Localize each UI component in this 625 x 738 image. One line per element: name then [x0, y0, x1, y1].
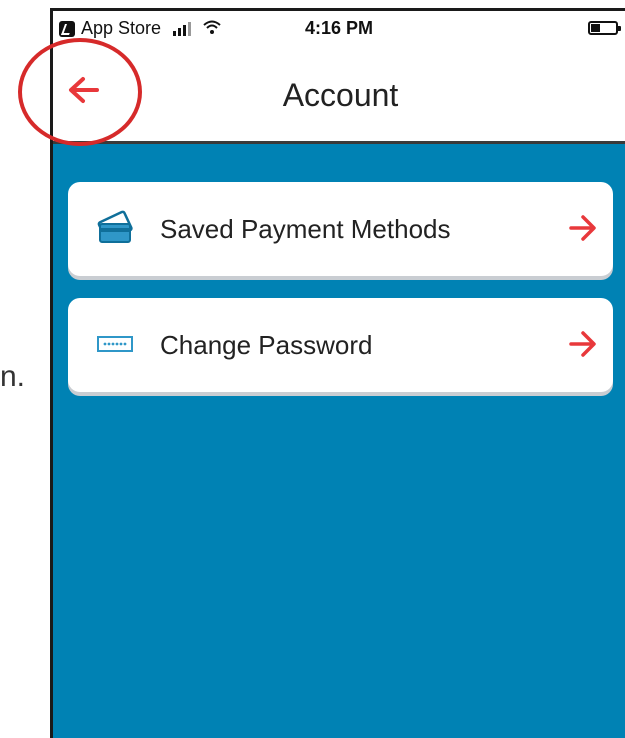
status-bar: App Store 4:16 PM [53, 11, 625, 47]
page: n. App Store 4:16 PM Account Saved Payme… [0, 0, 625, 738]
change-password-button[interactable]: Change Password [68, 298, 613, 392]
password-field-icon [96, 326, 136, 362]
chevron-right-icon [569, 215, 596, 241]
status-carrier[interactable]: App Store [81, 18, 161, 39]
saved-payment-methods-label: Saved Payment Methods [160, 214, 451, 244]
page-title: Account [282, 77, 399, 113]
signal-icon [173, 21, 192, 36]
phone-screen: App Store 4:16 PM Account Saved Payment … [50, 8, 625, 738]
saved-payment-methods-button[interactable]: Saved Payment Methods [68, 182, 613, 276]
account-menu: Saved Payment Methods Change Password [53, 144, 625, 738]
app-store-back-icon[interactable] [59, 20, 75, 37]
status-time: 4:16 PM [305, 18, 374, 38]
wifi-icon [203, 20, 221, 37]
chevron-right-icon [569, 331, 596, 357]
change-password-label: Change Password [160, 330, 373, 360]
battery-icon [588, 21, 621, 35]
nav-bar: Account [53, 47, 625, 144]
credit-card-icon [96, 210, 136, 246]
status-left: App Store [59, 18, 221, 39]
document-text-fragment: n. [0, 360, 26, 393]
